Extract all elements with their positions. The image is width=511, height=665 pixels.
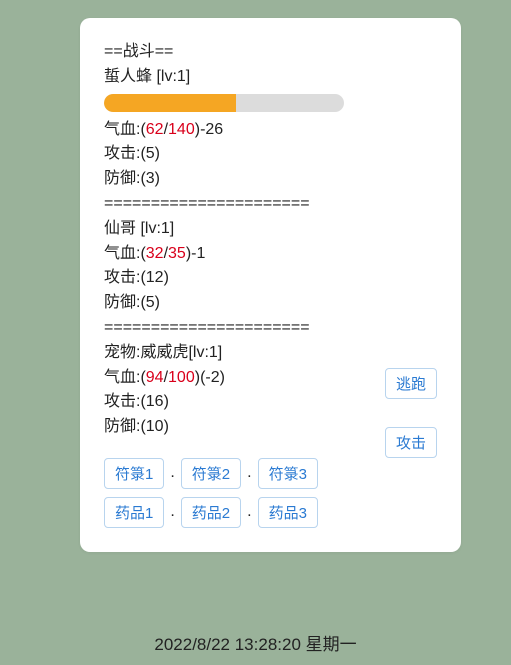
enemy-def: 防御:(3): [104, 167, 437, 192]
player-atk: 攻击:(12): [104, 266, 437, 291]
flee-button[interactable]: 逃跑: [385, 368, 437, 399]
pet-name: 宠物:威威虎[lv:1]: [104, 341, 437, 366]
separator: ======================: [104, 192, 437, 217]
potion-row: 药品1 . 药品2 . 药品3: [104, 497, 437, 528]
dot-separator: .: [243, 464, 255, 482]
player-hp-max: 35: [168, 245, 186, 262]
timestamp-footer: 2022/8/22 13:28:20 星期一: [0, 616, 511, 665]
enemy-hp-bar: [104, 94, 344, 112]
potion-2-button[interactable]: 药品2: [181, 497, 241, 528]
pet-hp-cur: 94: [146, 369, 164, 386]
dot-separator: .: [243, 503, 255, 521]
talisman-3-button[interactable]: 符箓3: [258, 458, 318, 489]
enemy-hp-max: 140: [168, 121, 195, 138]
enemy-hp: 气血:(62/140)-26: [104, 118, 437, 143]
attack-button[interactable]: 攻击: [385, 427, 437, 458]
enemy-atk: 攻击:(5): [104, 142, 437, 167]
player-hp-cur: 32: [146, 245, 164, 262]
talisman-row: 符箓1 . 符箓2 . 符箓3: [104, 458, 437, 489]
dot-separator: .: [166, 464, 178, 482]
potion-1-button[interactable]: 药品1: [104, 497, 164, 528]
battle-header: ==战斗==: [104, 40, 437, 65]
pet-hp-max: 100: [168, 369, 195, 386]
dot-separator: .: [166, 503, 178, 521]
player-name: 仙哥 [lv:1]: [104, 217, 437, 242]
enemy-hp-cur: 62: [146, 121, 164, 138]
talisman-1-button[interactable]: 符箓1: [104, 458, 164, 489]
talisman-2-button[interactable]: 符箓2: [181, 458, 241, 489]
enemy-hp-fill: [104, 94, 236, 112]
side-actions: 逃跑 攻击: [385, 368, 437, 458]
player-hp: 气血:(32/35)-1: [104, 242, 437, 267]
enemy-name: 蜇人蜂 [lv:1]: [104, 65, 437, 90]
player-def: 防御:(5): [104, 291, 437, 316]
battle-card: ==战斗== 蜇人蜂 [lv:1] 气血:(62/140)-26 攻击:(5) …: [80, 18, 461, 552]
potion-3-button[interactable]: 药品3: [258, 497, 318, 528]
separator: ======================: [104, 316, 437, 341]
